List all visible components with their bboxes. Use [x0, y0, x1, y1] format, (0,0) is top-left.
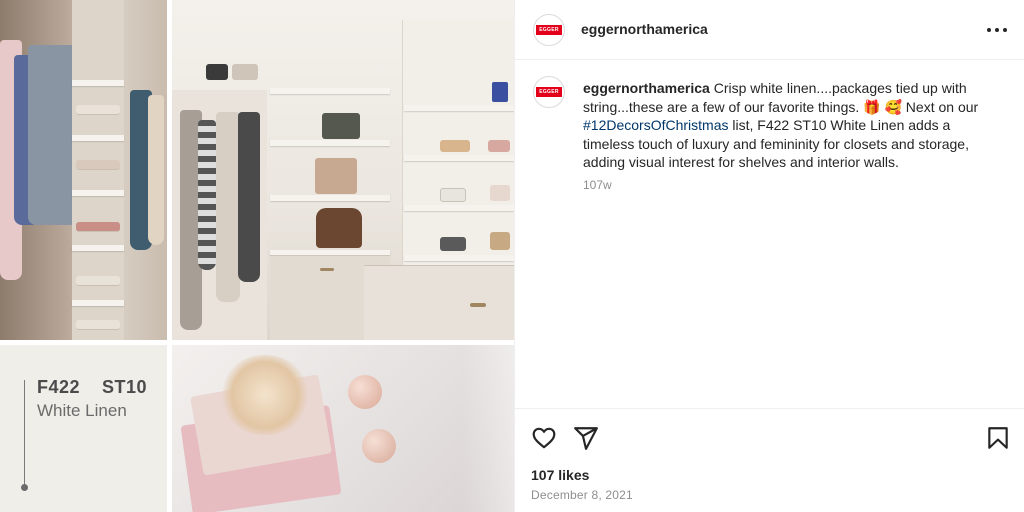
shelf: [72, 245, 124, 251]
paper-plane-icon[interactable]: [573, 425, 599, 451]
island-drawer: [364, 265, 514, 340]
avatar[interactable]: EGGER: [533, 14, 565, 46]
folded-cloth: [76, 160, 120, 170]
shelf: [72, 80, 124, 86]
gift-bow: [220, 355, 310, 435]
post-date: December 8, 2021: [531, 488, 633, 502]
shoes-blue: [492, 82, 508, 102]
post-header: EGGER eggernorthamerica: [515, 0, 1024, 60]
shelf: [72, 300, 124, 306]
swatch-indicator-dot: [21, 484, 28, 491]
shoes: [440, 140, 470, 152]
shoes: [488, 140, 510, 152]
closet-photo-right: [172, 0, 514, 340]
shelf: [404, 205, 514, 211]
folded-cloth: [76, 222, 120, 232]
smiling-hearts-emoji: 🥰: [884, 98, 902, 115]
handbag-brown: [316, 208, 362, 248]
swatch-indicator-line: [24, 380, 25, 486]
garment-light: [148, 95, 164, 245]
shelf: [72, 135, 124, 141]
shelf: [270, 195, 390, 201]
handbag-green: [322, 113, 360, 139]
shoes: [490, 185, 510, 201]
shelf: [404, 105, 514, 111]
egger-logo: EGGER: [536, 25, 562, 35]
swatch-name: White Linen: [37, 401, 127, 420]
hashtag-link[interactable]: #12DecorsOfChristmas: [583, 117, 729, 133]
header-username[interactable]: eggernorthamerica: [581, 21, 708, 37]
shoes: [490, 232, 510, 250]
drawer-handle: [470, 303, 486, 307]
post-image[interactable]: F422 ST10 White Linen: [0, 0, 514, 512]
swatch-code: F422 ST10: [37, 377, 148, 397]
caption-section: EGGER eggernorthamerica Crisp white line…: [515, 60, 1024, 408]
caption-part-2: Next on our: [901, 98, 979, 115]
post-details-panel: EGGER eggernorthamerica EGGER eggernorth…: [514, 0, 1024, 512]
folded-cloth: [76, 105, 120, 115]
shoes: [440, 188, 466, 202]
logo-text: EGGER: [539, 27, 559, 33]
logo-text: EGGER: [539, 89, 559, 95]
egger-logo: EGGER: [536, 87, 562, 97]
closet-photo-left: [0, 0, 167, 340]
caption-text: eggernorthamerica Crisp white linen....p…: [583, 79, 1001, 172]
garment-jacket: [28, 45, 78, 225]
storage-box: [206, 64, 228, 80]
garment: [238, 112, 260, 282]
action-bar: 107 likes December 8, 2021: [515, 408, 1024, 512]
bokeh-light: [462, 345, 514, 512]
handbag-tan: [315, 158, 357, 194]
shelf-unit: [72, 0, 124, 340]
ornament: [348, 375, 382, 409]
heart-icon[interactable]: [531, 425, 557, 451]
shelf: [270, 140, 390, 146]
shelf: [404, 255, 514, 261]
drawer-handle: [320, 268, 334, 271]
shelf: [404, 155, 514, 161]
more-horizontal-icon[interactable]: [987, 22, 1007, 38]
post-time-ago[interactable]: 107w: [583, 178, 612, 192]
bookmark-icon[interactable]: [985, 425, 1011, 451]
like-count[interactable]: 107 likes: [531, 467, 589, 483]
caption-avatar[interactable]: EGGER: [533, 76, 565, 108]
ornament: [362, 429, 396, 463]
gift-photo: [172, 345, 514, 512]
shoes: [440, 237, 466, 251]
gift-emoji: 🎁: [863, 98, 881, 115]
shelf: [270, 88, 390, 94]
folded-cloth: [76, 320, 120, 330]
garment: [216, 112, 240, 302]
caption-username[interactable]: eggernorthamerica: [583, 80, 710, 96]
folded-cloth: [76, 276, 120, 286]
shelf: [72, 190, 124, 196]
storage-box: [232, 64, 258, 80]
garment-striped: [198, 120, 216, 270]
